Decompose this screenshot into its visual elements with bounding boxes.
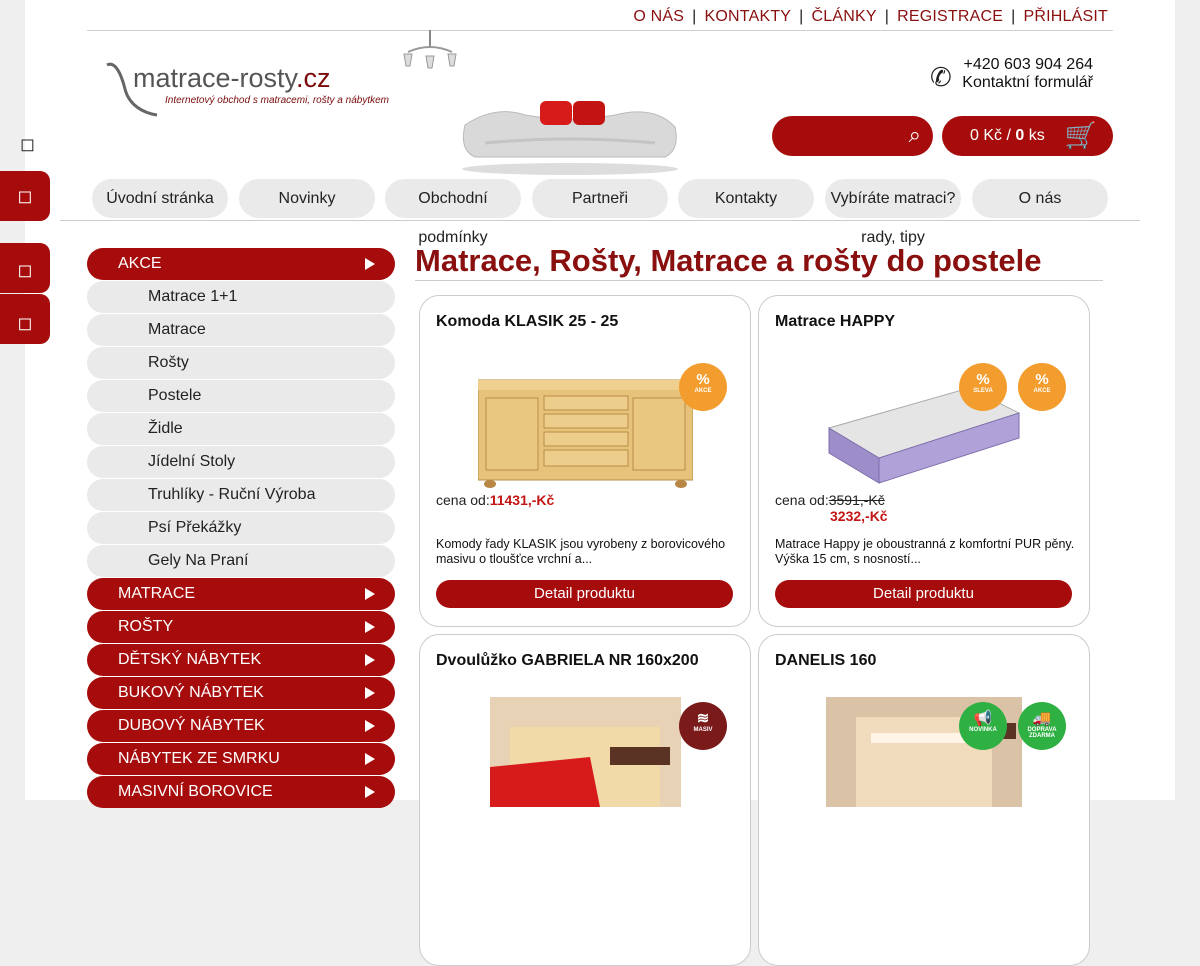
badge-doprava-zdarma-icon: 🚚 DOPRAVA ZDARMA (1018, 702, 1066, 750)
arrow-right-icon (365, 720, 375, 732)
product-card: Matrace HAPPY % SLEVA % AKCE cena od:3591,… (758, 295, 1090, 627)
subcategory-item[interactable]: Židle (87, 413, 395, 445)
subcategory-item[interactable]: Gely Na Praní (87, 545, 395, 577)
subcategory-item[interactable]: Jídelní Stoly (87, 446, 395, 478)
contact-form-link[interactable]: Kontaktní formulář (962, 74, 1093, 92)
category-bukovy-nabytek[interactable]: BUKOVÝ NÁBYTEK (87, 677, 395, 709)
cart-icon: 🛒 (1064, 120, 1097, 150)
nav-item-obchodni-podminky[interactable]: Obchodní podmínky (385, 179, 521, 246)
nav-item-partneri[interactable]: Partneři (532, 179, 668, 218)
subcategory-item[interactable]: Matrace (87, 314, 395, 346)
product-card: Komoda KLASIK 25 - 25 % AKCE cena od:1143… (419, 295, 751, 627)
badge-akce-icon: % AKCE (679, 363, 727, 411)
product-name[interactable]: DANELIS 160 (775, 652, 876, 670)
social-facebook-icon[interactable]: ◻ (0, 171, 50, 221)
detail-button[interactable]: Detail produktu (775, 580, 1072, 608)
cart-summary: 0 Kč / 0 ks (970, 127, 1045, 144)
cart-box[interactable]: 0 Kč / 0 ks 🛒 (942, 116, 1113, 156)
detail-button[interactable]: Detail produktu (436, 580, 733, 608)
subcategory-item[interactable]: Rošty (87, 347, 395, 379)
arrow-right-icon (365, 621, 375, 633)
top-link-o-nas[interactable]: O NÁS (633, 8, 684, 25)
category-akce[interactable]: AKCE (87, 248, 395, 280)
logo-brand: matrace-rosty.cz (133, 63, 331, 93)
sofa-image (462, 101, 678, 175)
lamp-image (403, 30, 457, 69)
product-image[interactable] (478, 358, 693, 498)
category-detsky-nabytek[interactable]: DĚTSKÝ NÁBYTEK (87, 644, 395, 676)
phone-number[interactable]: +420 603 904 264 (962, 56, 1093, 74)
badge-sleva-icon: % SLEVA (959, 363, 1007, 411)
product-description: Komody řady KLASIK jsou vyrobeny z borov… (436, 537, 726, 566)
product-name[interactable]: Matrace HAPPY (775, 313, 895, 331)
social-twitter-icon[interactable]: ◻ (0, 243, 50, 293)
top-links: O NÁS | KONTAKTY | ČLÁNKY | REGISTRACE | PŘIHLÁS… (633, 8, 1109, 25)
arrow-right-icon (365, 786, 375, 798)
page-title: Matrace, Rošty, Matrace a rošty do poste… (415, 243, 1042, 278)
product-card: Dvoulůžko GABRIELA NR 160x200 ≋ MASIV (419, 634, 751, 966)
subcategory-item[interactable]: Psí Překážky (87, 512, 395, 544)
subcategory-item[interactable]: Postele (87, 380, 395, 412)
category-matrace[interactable]: MATRACE (87, 578, 395, 610)
category-nabytek-ze-smrku[interactable]: NÁBYTEK ZE SMRKU (87, 743, 395, 775)
product-name[interactable]: Komoda KLASIK 25 - 25 (436, 313, 618, 331)
subcategory-item[interactable]: Truhlíky - Ruční Výroba (87, 479, 395, 511)
product-card: DANELIS 160 📢 NOVINKA 🚚 DOPRAVA ZDARMA (758, 634, 1090, 966)
phone-icon: ✆ (930, 62, 952, 92)
category-dubovy-nabytek[interactable]: DUBOVÝ NÁBYTEK (87, 710, 395, 742)
nav-divider (60, 220, 1140, 221)
nav-item-o-nas[interactable]: O nás (972, 179, 1108, 218)
category-sidebar: AKCE Matrace 1+1 Matrace Rošty Postele Ž… (87, 248, 395, 809)
nav-item-kontakty[interactable]: Kontakty (678, 179, 814, 218)
arrow-right-icon (365, 687, 375, 699)
nav-item-uvod[interactable]: Úvodní stránka (92, 179, 228, 218)
arrow-right-icon (365, 588, 375, 600)
product-price: cena od:11431,-Kč (436, 492, 555, 508)
product-sale-price: 3232,-Kč (830, 508, 888, 524)
logo-tagline: Internetový obchod s matracemi, rošty a … (165, 95, 389, 106)
arrow-right-icon (365, 654, 375, 666)
category-rosty[interactable]: ROŠTY (87, 611, 395, 643)
search-icon[interactable]: ⌕ (909, 122, 921, 148)
title-divider (415, 280, 1103, 281)
top-link-clanky[interactable]: ČLÁNKY (812, 8, 877, 25)
nav-item-vybirate-matraci[interactable]: Vybíráte matraci? rady, tipy (825, 179, 961, 246)
social-generic-icon[interactable]: ◻ (20, 134, 35, 155)
product-description: Matrace Happy je oboustranná z komfortní… (775, 537, 1075, 566)
search-box[interactable]: ⌕ (772, 116, 933, 156)
arrow-right-icon (365, 753, 375, 765)
top-link-kontakty[interactable]: KONTAKTY (705, 8, 792, 25)
contact-info: +420 603 904 264 Kontaktní formulář (962, 56, 1093, 92)
product-name[interactable]: Dvoulůžko GABRIELA NR 160x200 (436, 652, 699, 670)
badge-novinka-icon: 📢 NOVINKA (959, 702, 1007, 750)
category-masivni-borovice[interactable]: MASIVNÍ BOROVICE (87, 776, 395, 808)
top-link-registrace[interactable]: REGISTRACE (897, 8, 1003, 25)
social-google-icon[interactable]: ◻ (0, 294, 50, 344)
nav-item-novinky[interactable]: Novinky (239, 179, 375, 218)
subcategory-item[interactable]: Matrace 1+1 (87, 281, 395, 313)
top-divider (87, 30, 1113, 31)
site-logo[interactable]: matrace-rosty.cz Internetový obchod s ma… (103, 55, 403, 125)
badge-masiv-icon: ≋ MASIV (679, 702, 727, 750)
top-link-prihlasit[interactable]: PŘIHLÁSIT (1024, 8, 1109, 25)
page: O NÁS | KONTAKTY | ČLÁNKY | REGISTRACE | PŘIHLÁS… (0, 0, 1175, 966)
product-image[interactable] (490, 697, 681, 807)
badge-akce-icon: % AKCE (1018, 363, 1066, 411)
product-price: cena od:3591,-Kč (775, 492, 885, 508)
arrow-right-icon (365, 258, 375, 270)
